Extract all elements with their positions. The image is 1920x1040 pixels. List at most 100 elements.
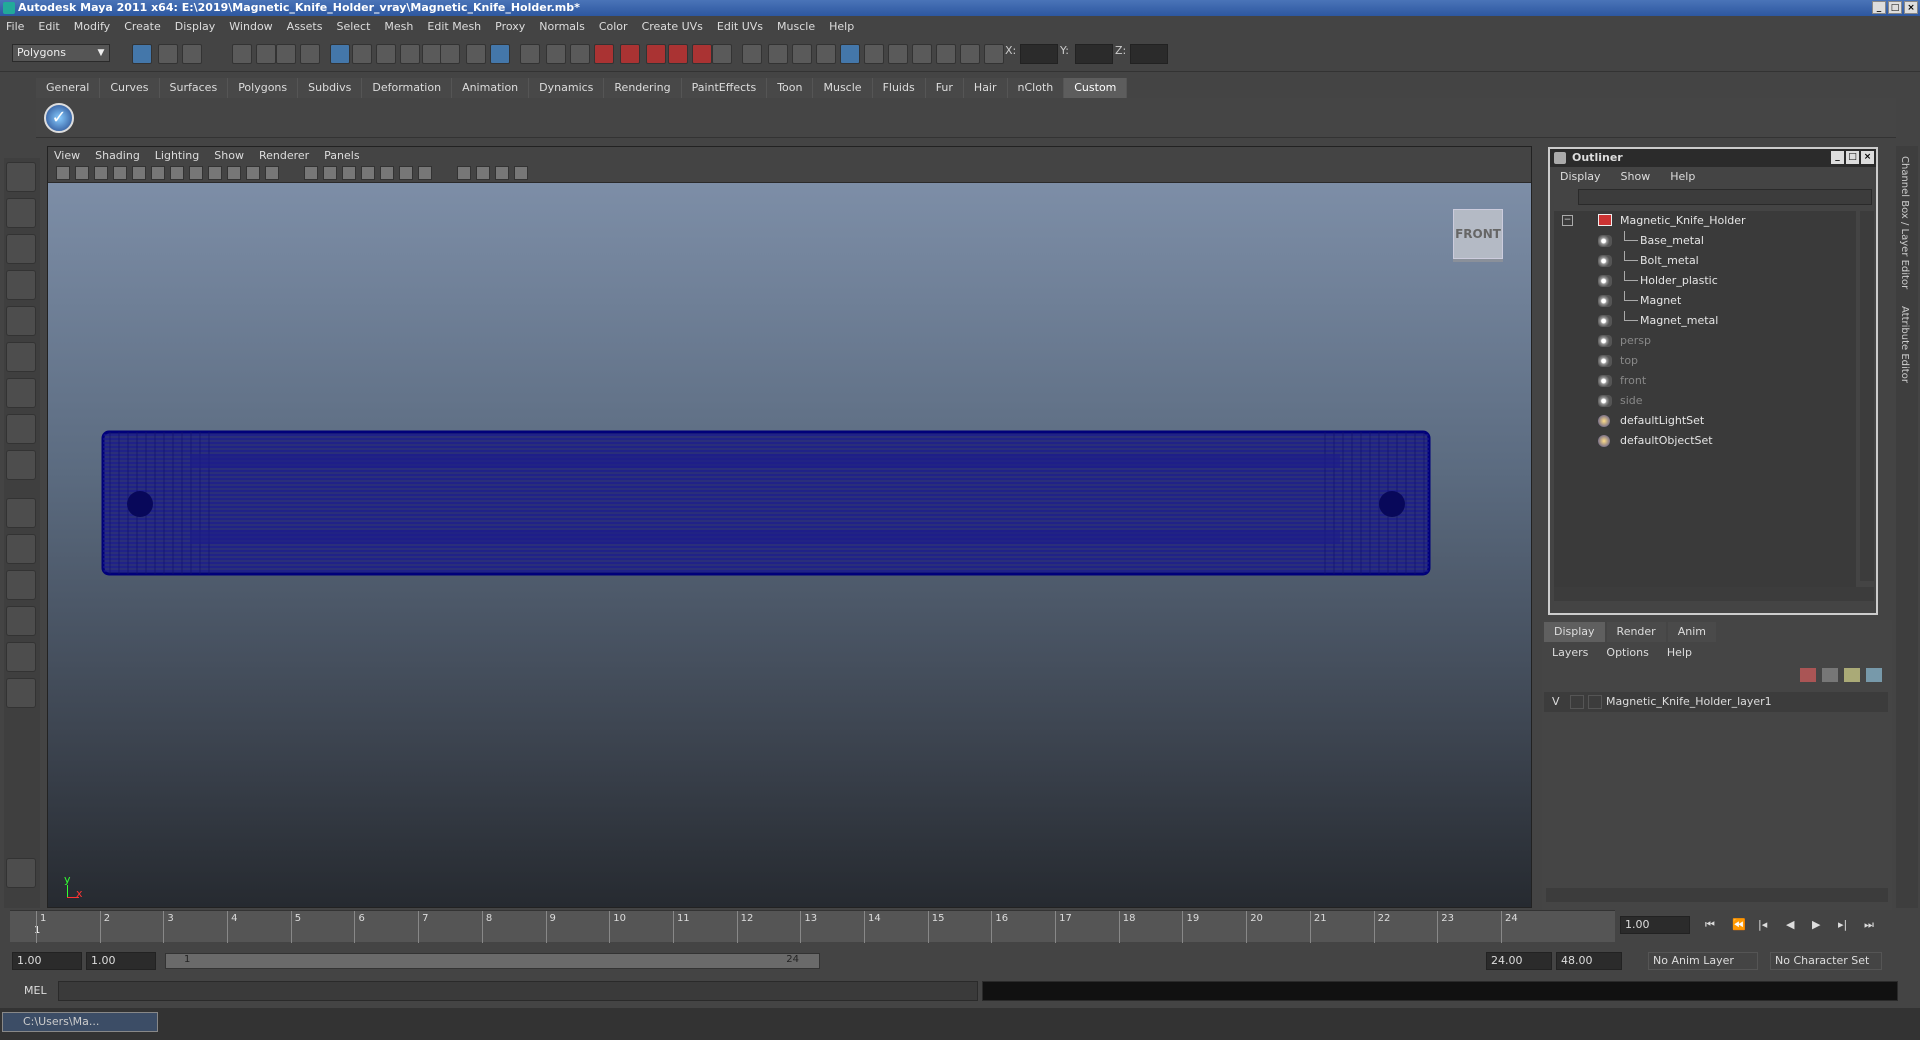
menu-display[interactable]: Display	[175, 20, 216, 33]
shelf-tab-fluids[interactable]: Fluids	[872, 78, 926, 98]
outliner-row-set[interactable]: defaultObjectSet	[1554, 431, 1854, 451]
shelf-tab-muscle[interactable]: Muscle	[813, 78, 873, 98]
go-to-start-icon[interactable]: ⏮	[1705, 918, 1719, 932]
viewport-canvas[interactable]: FRONT y x persp	[48, 183, 1531, 933]
menu-color[interactable]: Color	[599, 20, 628, 33]
snap-curves-icon[interactable]	[546, 44, 566, 64]
shelf-tab-surfaces[interactable]: Surfaces	[159, 78, 229, 98]
close-button[interactable]: ×	[1904, 1, 1918, 14]
help-icon[interactable]	[440, 44, 460, 64]
shelf-tab-ncloth[interactable]: nCloth	[1007, 78, 1065, 98]
new-layer-icon[interactable]	[1800, 668, 1816, 682]
layer-color-swatch[interactable]	[1588, 695, 1602, 709]
new-scene-icon[interactable]	[132, 44, 152, 64]
outliner-menu-display[interactable]: Display	[1560, 170, 1601, 183]
step-back-key-icon[interactable]: ⏪	[1732, 918, 1746, 932]
menu-modify[interactable]: Modify	[74, 20, 110, 33]
shelf-tab-polygons[interactable]: Polygons	[228, 78, 299, 98]
knife-holder-wireframe[interactable]	[100, 430, 1432, 576]
outliner-child-label[interactable]: Magnet	[1640, 291, 1681, 311]
outliner-row-child[interactable]: Holder_plastic	[1554, 271, 1854, 291]
select-hierarchy-icon[interactable]	[232, 44, 252, 64]
hypershade-layout-icon[interactable]	[6, 642, 36, 672]
shelf-tab-fur[interactable]: Fur	[925, 78, 964, 98]
high-quality-icon[interactable]	[418, 166, 432, 180]
outliner-row-root[interactable]: − Magnetic_Knife_Holder	[1554, 211, 1854, 231]
shadows-icon[interactable]	[399, 166, 413, 180]
menu-edit-mesh[interactable]: Edit Mesh	[427, 20, 481, 33]
outliner-horizontal-scrollbar[interactable]	[1554, 587, 1874, 601]
move-layer-up-icon[interactable]	[1844, 668, 1860, 682]
use-lights-icon[interactable]	[380, 166, 394, 180]
time-slider[interactable]: 1 1 2 3 4 5 6 7 8 9 10 11 12 13 14 15 16 17 18 19 20 21 22 23 2…	[10, 910, 1615, 943]
outliner-menu-help[interactable]: Help	[1670, 170, 1695, 183]
soft-mod-icon[interactable]	[6, 414, 36, 444]
checkmark-icon[interactable]: ✓	[44, 103, 74, 133]
backface-icon[interactable]	[514, 166, 528, 180]
resolution-gate-icon[interactable]	[189, 166, 203, 180]
outliner-menu-show[interactable]: Show	[1621, 170, 1651, 183]
bookmark-icon[interactable]	[94, 166, 108, 180]
lasso-tool-icon[interactable]	[6, 198, 36, 228]
image-plane-icon[interactable]	[113, 166, 127, 180]
outliner-row-camera[interactable]: front	[1554, 371, 1854, 391]
maximize-button[interactable]: □	[1888, 1, 1902, 14]
outliner-root-label[interactable]: Magnetic_Knife_Holder	[1620, 211, 1746, 231]
menu-select[interactable]: Select	[336, 20, 370, 33]
viewport-menu-renderer[interactable]: Renderer	[259, 149, 309, 162]
outliner-camera-label[interactable]: persp	[1620, 331, 1651, 351]
shaded-wireframe-icon[interactable]	[342, 166, 356, 180]
outliner-row-camera[interactable]: top	[1554, 351, 1854, 371]
outliner-camera-label[interactable]: front	[1620, 371, 1646, 391]
scale-tool-icon[interactable]	[6, 342, 36, 372]
snap-points-icon[interactable]	[570, 44, 590, 64]
xray-joints-icon[interactable]	[495, 166, 509, 180]
safe-action-icon[interactable]	[246, 166, 260, 180]
outliner-set-label[interactable]: defaultObjectSet	[1620, 431, 1713, 451]
layer-tab-render[interactable]: Render	[1606, 622, 1666, 642]
live-surface-icon[interactable]	[422, 44, 442, 64]
character-set-dropdown[interactable]: No Character Set	[1770, 952, 1882, 970]
snap-point-icon[interactable]	[376, 44, 396, 64]
layer-name[interactable]: Magnetic_Knife_Holder_layer1	[1606, 692, 1772, 712]
outliner-row-child[interactable]: Magnet	[1554, 291, 1854, 311]
outliner-row-camera[interactable]: persp	[1554, 331, 1854, 351]
step-forward-frame-icon[interactable]: ▸|	[1838, 918, 1852, 932]
outliner-vertical-scrollbar[interactable]	[1860, 211, 1874, 581]
outliner-child-label[interactable]: Base_metal	[1640, 231, 1704, 251]
shelf-tab-toon[interactable]: Toon	[767, 78, 814, 98]
snap-view-icon[interactable]	[594, 44, 614, 64]
manipulator-tool-icon[interactable]	[6, 378, 36, 408]
play-backward-icon[interactable]: ◀	[1786, 918, 1800, 932]
outliner-child-label[interactable]: Magnet_metal	[1640, 311, 1718, 331]
snap-live-icon[interactable]	[620, 44, 640, 64]
field-chart-icon[interactable]	[227, 166, 241, 180]
outliner-row-set[interactable]: defaultLightSet	[1554, 411, 1854, 431]
layer-menu-help[interactable]: Help	[1667, 646, 1692, 659]
new-layer-selected-icon[interactable]	[1822, 668, 1838, 682]
rotate-tool-icon[interactable]	[6, 306, 36, 336]
go-to-end-icon[interactable]: ⏭	[1864, 918, 1878, 932]
move-tool-icon[interactable]	[6, 270, 36, 300]
shelf-tab-custom[interactable]: Custom	[1064, 78, 1128, 98]
camera-attributes-icon[interactable]	[75, 166, 89, 180]
menu-assets[interactable]: Assets	[287, 20, 323, 33]
safe-title-icon[interactable]	[265, 166, 279, 180]
history-icon[interactable]	[466, 44, 486, 64]
lock-selection-icon[interactable]	[300, 44, 320, 64]
animation-start-field[interactable]: 1.00	[12, 952, 82, 970]
camera-icon[interactable]	[840, 44, 860, 64]
render-view-icon[interactable]	[792, 44, 812, 64]
minimize-button[interactable]: _	[1872, 1, 1886, 14]
input-ops-icon[interactable]	[646, 44, 666, 64]
x-field[interactable]	[1020, 44, 1058, 64]
outliner-row-child[interactable]: Base_metal	[1554, 231, 1854, 251]
mel-input[interactable]	[58, 981, 978, 1001]
render-settings-icon[interactable]	[742, 44, 762, 64]
menu-normals[interactable]: Normals	[539, 20, 585, 33]
snap-curve-icon[interactable]	[352, 44, 372, 64]
channel-box-tab[interactable]: Channel Box / Layer Editor	[1899, 156, 1910, 289]
z-field[interactable]	[1130, 44, 1168, 64]
scale-icon[interactable]	[912, 44, 932, 64]
menu-create-uvs[interactable]: Create UVs	[642, 20, 703, 33]
